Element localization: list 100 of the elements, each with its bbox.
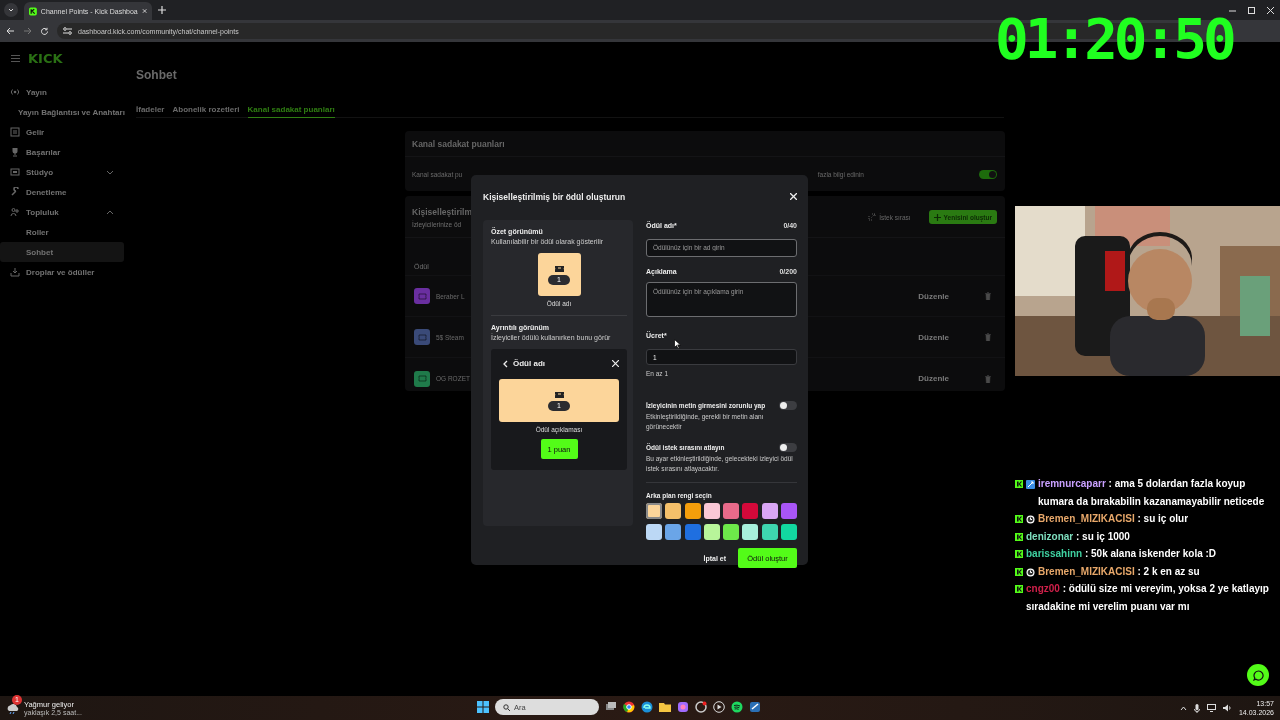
sidebar-label: Topluluk xyxy=(26,207,59,217)
sidebar-item-icon xyxy=(10,267,20,277)
search-icon xyxy=(503,703,510,711)
maximize-icon[interactable] xyxy=(1248,6,1255,14)
chat-button[interactable] xyxy=(1247,664,1269,686)
close-icon[interactable] xyxy=(612,360,619,367)
edit-button[interactable]: Düzenle xyxy=(918,291,949,301)
new-tab-icon[interactable] xyxy=(158,6,166,14)
color-swatch[interactable] xyxy=(703,503,720,519)
sidebar-item-icon xyxy=(10,187,20,197)
sidebar-item[interactable]: Yayın Bağlantısı ve Anahtarı xyxy=(0,102,124,122)
color-swatch[interactable] xyxy=(665,524,682,540)
ticket-icon xyxy=(554,390,564,398)
task-view-icon[interactable] xyxy=(605,701,617,713)
chat-message: cngz00 : ödülü size mi vereyim, yoksa 2 ye katlayıp sıradakine mi verelim puanı var mı xyxy=(1026,582,1270,614)
sidebar-item[interactable]: Başarılar xyxy=(0,142,124,162)
color-swatch[interactable] xyxy=(780,524,797,540)
color-swatch[interactable] xyxy=(761,503,778,519)
close-icon[interactable] xyxy=(1267,6,1274,14)
sidebar-label: Denetleme xyxy=(26,187,67,197)
back-icon[interactable] xyxy=(6,27,15,35)
close-icon xyxy=(790,193,797,200)
game-store-icon[interactable] xyxy=(749,701,761,713)
kick-badge-icon xyxy=(1015,480,1023,488)
tab[interactable]: Abonelik rozetleri xyxy=(172,100,240,118)
close-button[interactable] xyxy=(790,193,797,200)
color-swatch[interactable] xyxy=(684,524,701,540)
kick-badge-icon xyxy=(1015,515,1023,523)
sidebar-item[interactable]: Droplar ve ödüller xyxy=(0,262,124,282)
edit-button[interactable]: Düzenle xyxy=(918,374,949,383)
sidebar-item[interactable]: Stüdyo xyxy=(0,162,124,182)
sidebar-label: Yayın xyxy=(26,87,47,97)
color-swatch[interactable] xyxy=(742,524,759,540)
browser-icon[interactable] xyxy=(623,701,635,713)
app-icon[interactable] xyxy=(677,701,689,713)
color-swatch[interactable] xyxy=(646,503,662,519)
plus-icon xyxy=(933,213,941,221)
chat-message: barissahinn : 50k alana iskender kola :D xyxy=(1026,547,1218,561)
color-swatch[interactable] xyxy=(646,524,662,540)
sidebar-item[interactable]: Gelir xyxy=(0,122,124,142)
sidebar-item[interactable]: Yayın xyxy=(0,82,124,102)
reward-title: Ödül adı xyxy=(513,359,545,368)
tab[interactable]: Kanal sadakat puanları xyxy=(247,100,335,118)
badge-icon xyxy=(1026,480,1035,489)
sidebar-item-icon xyxy=(10,87,20,97)
music-app-icon[interactable] xyxy=(731,701,743,713)
kick-badge-icon xyxy=(1015,550,1023,558)
color-swatch[interactable] xyxy=(723,524,740,540)
sidebar-label: Başarılar xyxy=(26,147,61,157)
toggle-switch[interactable] xyxy=(779,400,797,410)
kick-badge-icon xyxy=(1015,532,1023,541)
app-icon[interactable] xyxy=(695,701,707,713)
clock-badge-icon xyxy=(1026,515,1035,524)
menu-icon[interactable] xyxy=(11,54,20,62)
sidebar-item[interactable]: Roller xyxy=(0,222,124,242)
toggle-switch[interactable] xyxy=(979,169,997,179)
color-swatch[interactable] xyxy=(742,503,759,519)
color-swatch[interactable] xyxy=(665,503,682,519)
chat-message: iremnurcaparr : ama 5 dolardan fazla koyup kumara da bırakabilin kazanamayabilir neticede xyxy=(1038,477,1266,509)
color-swatch[interactable] xyxy=(723,503,740,519)
reload-icon[interactable] xyxy=(40,26,49,36)
forward-icon[interactable] xyxy=(23,27,32,35)
card-title: Kanal sadakat puanları xyxy=(405,131,1005,157)
page-title: Sohbet xyxy=(136,68,177,82)
color-swatch[interactable] xyxy=(684,503,701,519)
start-icon[interactable] xyxy=(477,701,489,713)
tab[interactable]: İfadeler xyxy=(136,100,165,118)
folder-icon[interactable] xyxy=(659,701,671,713)
external-link-icon xyxy=(868,213,877,221)
toggle-switch[interactable] xyxy=(779,442,797,452)
sidebar-label: Roller xyxy=(26,227,49,237)
sidebar-item-icon xyxy=(10,207,20,217)
back-icon[interactable] xyxy=(503,359,508,368)
sidebar-item[interactable]: Denetleme xyxy=(0,182,124,202)
logo[interactable]: KICK xyxy=(28,51,63,65)
sidebar-item[interactable]: Topluluk xyxy=(0,202,124,222)
favicon-icon xyxy=(29,6,37,16)
modal-title: Kişiselleştirilmiş bir ödül oluşturun xyxy=(483,191,626,202)
color-swatch[interactable] xyxy=(780,503,797,519)
sidebar-label: Gelir xyxy=(26,127,45,137)
chevron-down-icon xyxy=(8,8,14,12)
volume-icon[interactable] xyxy=(1222,704,1232,712)
sidebar-label: Yayın Bağlantısı ve Anahtarı xyxy=(18,107,125,117)
edit-button[interactable]: Düzenle xyxy=(918,332,949,342)
chat-message: denizonar : su iç 1000 xyxy=(1026,529,1131,544)
color-swatch[interactable] xyxy=(703,524,720,540)
sidebar-label: Sohbet xyxy=(26,247,54,257)
sidebar-item[interactable]: Sohbet xyxy=(0,242,124,262)
site-info-icon xyxy=(63,27,72,35)
chevron-up-icon[interactable] xyxy=(1179,705,1187,711)
chat-message: Bremen_MIZIKACISI : 2 k en az su xyxy=(1038,564,1201,579)
sidebar-label: Stüdyo xyxy=(26,167,54,177)
sidebar-label: Droplar ve ödüller xyxy=(26,267,95,277)
play-icon[interactable] xyxy=(713,701,725,713)
cursor-icon xyxy=(674,339,681,349)
browser-icon[interactable] xyxy=(641,701,653,713)
network-icon[interactable] xyxy=(1206,704,1216,712)
microphone-icon[interactable] xyxy=(1193,703,1200,713)
weather-icon[interactable] xyxy=(6,702,20,714)
color-swatch[interactable] xyxy=(761,524,778,540)
